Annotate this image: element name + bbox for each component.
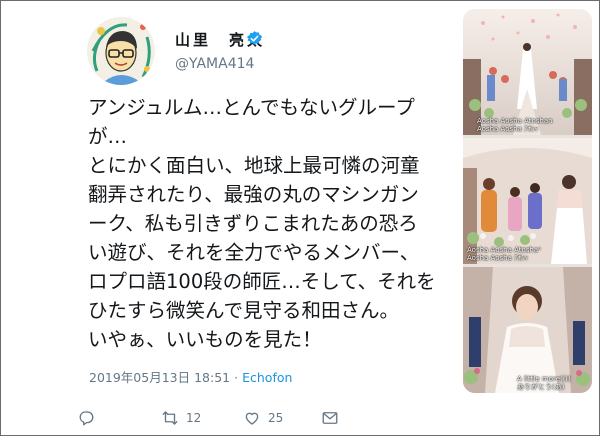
photo-caption: Aosha Aosha ｱｵｼｬ [467, 254, 529, 262]
tweet-text: アンジュルム…とんでもないグループ が… とにかく面白い、地球上最可憐の河童 翻… [88, 93, 476, 354]
media-photo-1[interactable]: Aosha Aosha Atoshan Aosha Aosha ｱｵｼｬ [463, 9, 592, 135]
tweet-timestamp: 2019年05月13日 18:51 · Echofon [89, 367, 292, 386]
tweet-line: 翻弄されたり、最強の丸のマシンガン [88, 183, 419, 206]
reply-icon [79, 411, 94, 426]
share-button[interactable] [321, 406, 339, 430]
retweet-count: 12 [186, 411, 202, 425]
media-grid: Aosha Aosha Atoshan Aosha Aosha ｱｵｼｬ Aos… [463, 9, 592, 393]
tweet-line: ひたすら微笑んで見守る和田さん。 [88, 299, 400, 322]
tweet-line: いやぁ、いいものを見た！ [88, 328, 322, 351]
tweet-line: い遊び、それを全力でやるメンバー、 [88, 241, 420, 264]
tweet-date[interactable]: 2019年05月13日 18:51 [89, 370, 230, 385]
reply-button[interactable] [77, 406, 95, 430]
photo-caption: Aosha Aosha ｱｵｼｬ [477, 125, 539, 133]
photo-caption: ありがとう(あ) [517, 383, 565, 391]
retweet-button[interactable]: 12 [161, 406, 201, 430]
tweet-line: とにかく面白い、地球上最可憐の河童 [88, 154, 420, 177]
media-photo-3[interactable]: A little more(((( ありがとう(あ) [463, 267, 592, 393]
tweet-line: アンジュルム…とんでもないグループ [88, 96, 415, 119]
retweet-icon [162, 411, 178, 425]
like-button[interactable]: 25 [243, 406, 283, 430]
tweet-card: 山里 亮太 @YAMA414 アンジュルム…とんでもないグループ が… とにかく… [0, 0, 600, 436]
tweet-source-link[interactable]: Echofon [242, 370, 292, 385]
photo-caption: Aosha Aosha Atoshan [477, 117, 553, 125]
avatar[interactable] [87, 17, 155, 85]
like-count: 25 [268, 411, 284, 425]
tweet-line: ロプロ語100段の師匠…そして、それを [88, 270, 436, 293]
tweet-line: ーク、私も引きずりこまれたあの恐ろ [88, 212, 418, 235]
mail-icon [322, 412, 338, 424]
action-bar: 12 25 [1, 406, 599, 430]
tweet-line: が… [88, 125, 128, 148]
heart-icon [245, 412, 259, 425]
photo-caption: A little more(((( [517, 375, 571, 383]
photo-caption: Aosha Aosha Atoshaᵃ [467, 246, 541, 254]
cartoon-portrait-avatar-icon [87, 17, 155, 85]
user-handle[interactable]: @YAMA414 [175, 56, 254, 72]
separator: · [234, 370, 239, 385]
verified-badge-icon [247, 31, 262, 45]
media-photo-2[interactable]: Aosha Aosha Atoshaᵃ Aosha Aosha ｱｵｼｬ [463, 138, 592, 264]
